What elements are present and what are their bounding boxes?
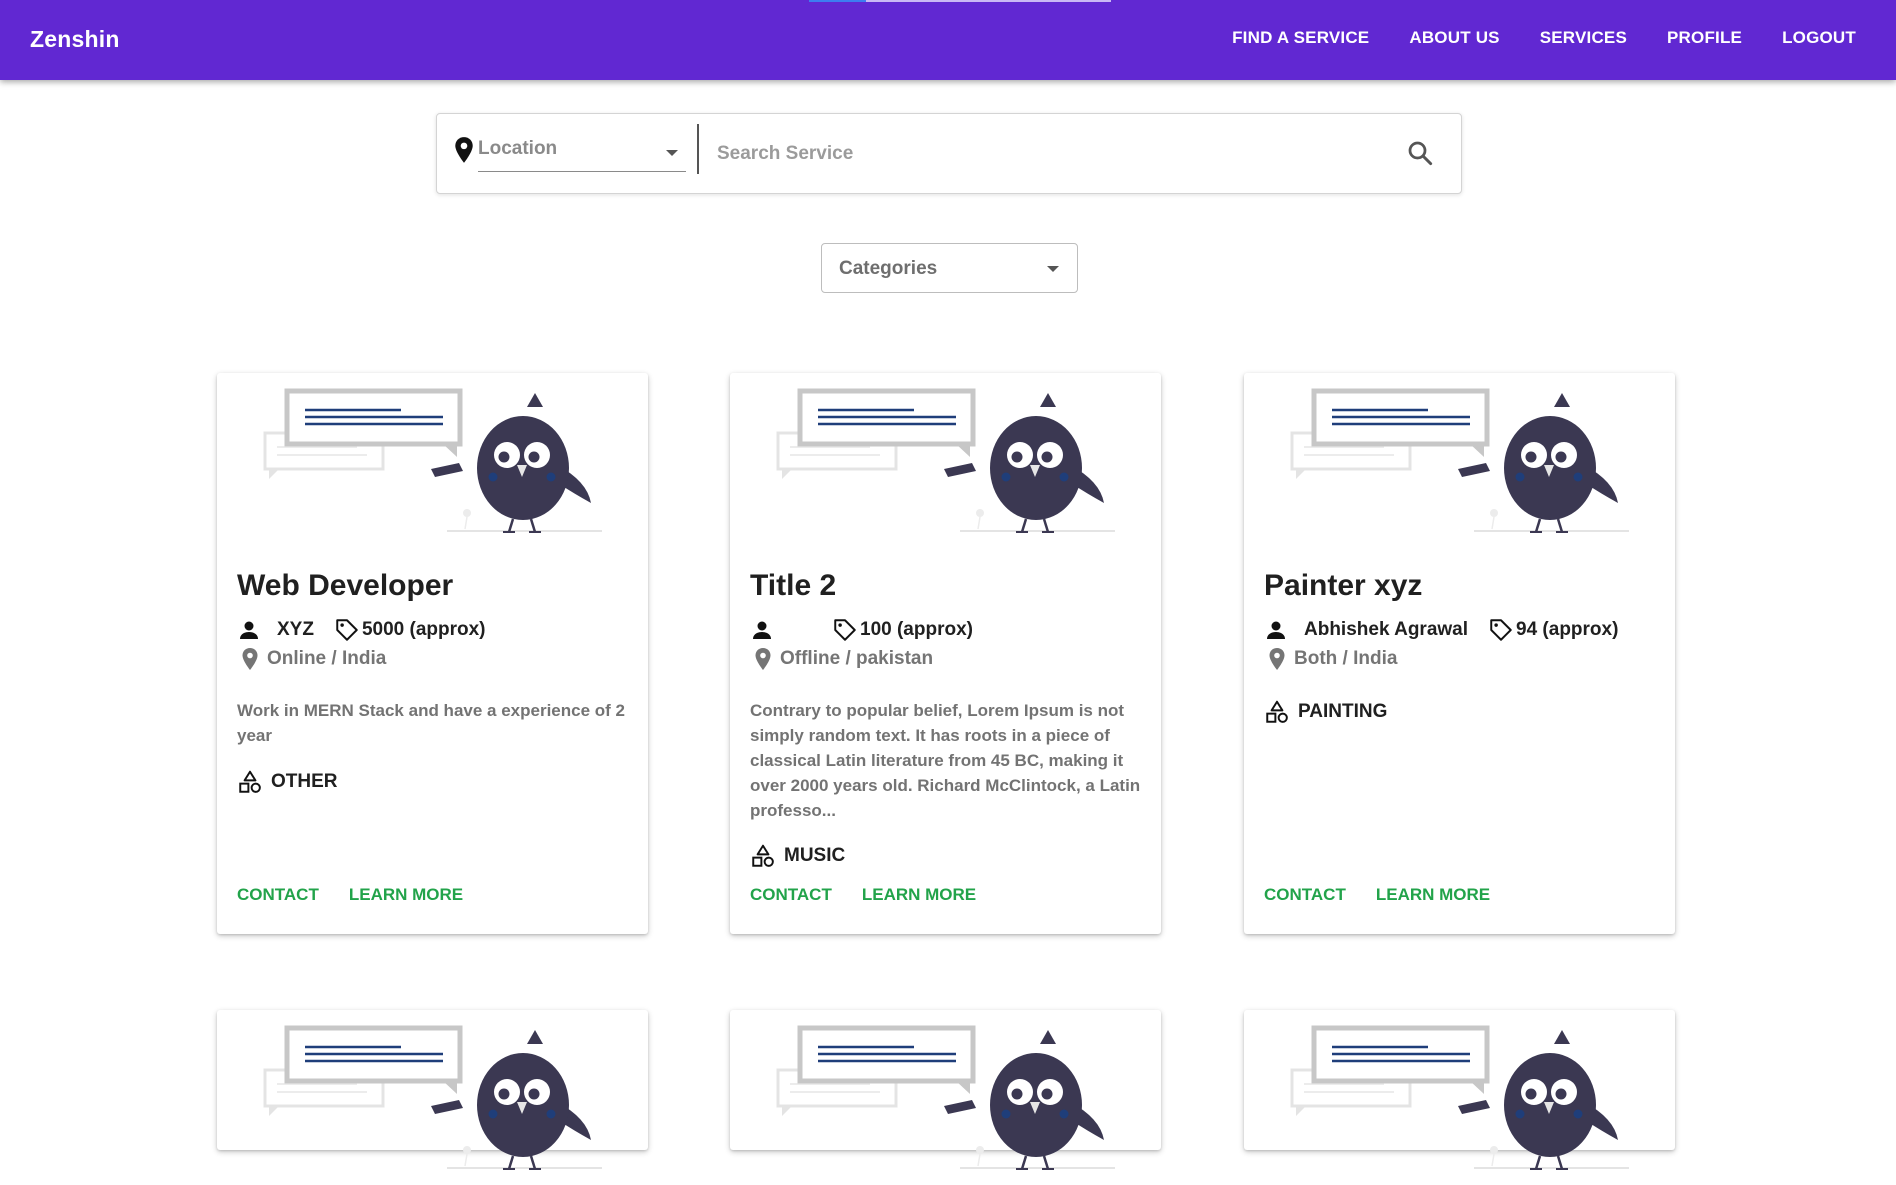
card-owner-price-row: 100 (approx) (750, 617, 973, 643)
map-pin-icon (455, 137, 473, 163)
card-title: Title 2 (750, 569, 837, 602)
category-shapes-icon (752, 844, 774, 867)
categories-select-label: Categories (839, 258, 938, 279)
categories-select[interactable]: Categories (821, 243, 1078, 293)
learn-more-button[interactable]: LEARN MORE (1376, 885, 1490, 905)
card-category: PAINTING (1264, 699, 1387, 725)
learn-more-button[interactable]: LEARN MORE (862, 885, 976, 905)
nav-services[interactable]: SERVICES (1540, 28, 1627, 48)
card-category: OTHER (237, 769, 338, 795)
card-description: Work in MERN Stack and have a experience… (237, 701, 625, 745)
search-service-input[interactable] (717, 134, 1377, 174)
app-header: Zenshin FIND A SERVICE ABOUT US SERVICES… (0, 0, 1896, 80)
card-price: 94 (approx) (1516, 619, 1619, 640)
card-description: Contrary to popular belief, Lorem Ipsum … (750, 701, 1141, 820)
nav-profile[interactable]: PROFILE (1667, 28, 1742, 48)
card-price: 100 (approx) (860, 619, 973, 640)
card-owner: Abhishek Agrawal (1304, 619, 1469, 640)
card-illustration (263, 1025, 602, 1170)
search-bar: Location (436, 113, 1462, 194)
service-card-partial (1244, 1010, 1675, 1170)
nav-logout[interactable]: LOGOUT (1782, 28, 1856, 48)
service-card: Painter xyz Abhishek Agrawal 94 (approx)… (1244, 373, 1675, 934)
card-category-label: PAINTING (1298, 701, 1388, 722)
person-icon (753, 621, 771, 639)
card-owner: XYZ (277, 619, 314, 640)
search-divider (697, 124, 699, 174)
brand-logo[interactable]: Zenshin (30, 26, 120, 53)
card-illustration (1290, 388, 1629, 533)
card-actions: CONTACT LEARN MORE (1264, 885, 1490, 905)
card-owner-price-row: XYZ 5000 (approx) (237, 617, 486, 643)
contact-button[interactable]: CONTACT (1264, 885, 1346, 905)
card-category-label: OTHER (271, 771, 338, 792)
person-icon (1267, 621, 1285, 639)
card-title: Painter xyz (1264, 569, 1423, 602)
card-location: Both / India (1294, 648, 1398, 669)
chevron-down-icon (666, 150, 678, 156)
price-tag-icon (834, 619, 856, 641)
location-select[interactable]: Location (478, 132, 686, 172)
search-icon[interactable] (1405, 138, 1435, 168)
location-select-placeholder: Location (478, 138, 558, 159)
service-card-partial (217, 1010, 648, 1170)
card-location: Online / India (267, 648, 387, 669)
service-card: Title 2 100 (approx) Offline / pakistan … (730, 373, 1161, 934)
loading-progress-bar (809, 0, 1111, 2)
price-tag-icon (1490, 619, 1512, 641)
contact-button[interactable]: CONTACT (750, 885, 832, 905)
price-tag-icon (336, 619, 358, 641)
card-actions: CONTACT LEARN MORE (750, 885, 976, 905)
nav-about-us[interactable]: ABOUT US (1409, 28, 1499, 48)
card-illustration (776, 388, 1115, 533)
card-location-row: Both / India (1264, 647, 1397, 671)
chevron-down-icon (1047, 266, 1059, 272)
person-icon (240, 621, 258, 639)
nav-find-a-service[interactable]: FIND A SERVICE (1232, 28, 1369, 48)
card-location-row: Online / India (237, 647, 386, 671)
card-location: Offline / pakistan (780, 648, 934, 669)
card-category: MUSIC (750, 843, 845, 869)
service-card-partial (730, 1010, 1161, 1170)
location-pin-icon (1269, 648, 1285, 670)
location-pin-icon (242, 648, 258, 670)
card-illustration (263, 388, 602, 533)
card-owner-price-row: Abhishek Agrawal 94 (approx) (1264, 617, 1618, 643)
card-category-label: MUSIC (784, 845, 846, 866)
service-card: Web Developer XYZ 5000 (approx) Online /… (217, 373, 648, 934)
card-location-row: Offline / pakistan (750, 647, 933, 671)
card-illustration (1290, 1025, 1629, 1170)
category-shapes-icon (239, 770, 261, 793)
card-price: 5000 (approx) (361, 619, 486, 640)
card-actions: CONTACT LEARN MORE (237, 885, 463, 905)
card-illustration (776, 1025, 1115, 1170)
category-shapes-icon (1266, 700, 1288, 723)
location-pin-icon (755, 648, 771, 670)
card-title: Web Developer (237, 569, 454, 602)
learn-more-button[interactable]: LEARN MORE (349, 885, 463, 905)
contact-button[interactable]: CONTACT (237, 885, 319, 905)
loading-progress-fill (809, 0, 867, 2)
main-nav: FIND A SERVICE ABOUT US SERVICES PROFILE… (1232, 28, 1856, 48)
